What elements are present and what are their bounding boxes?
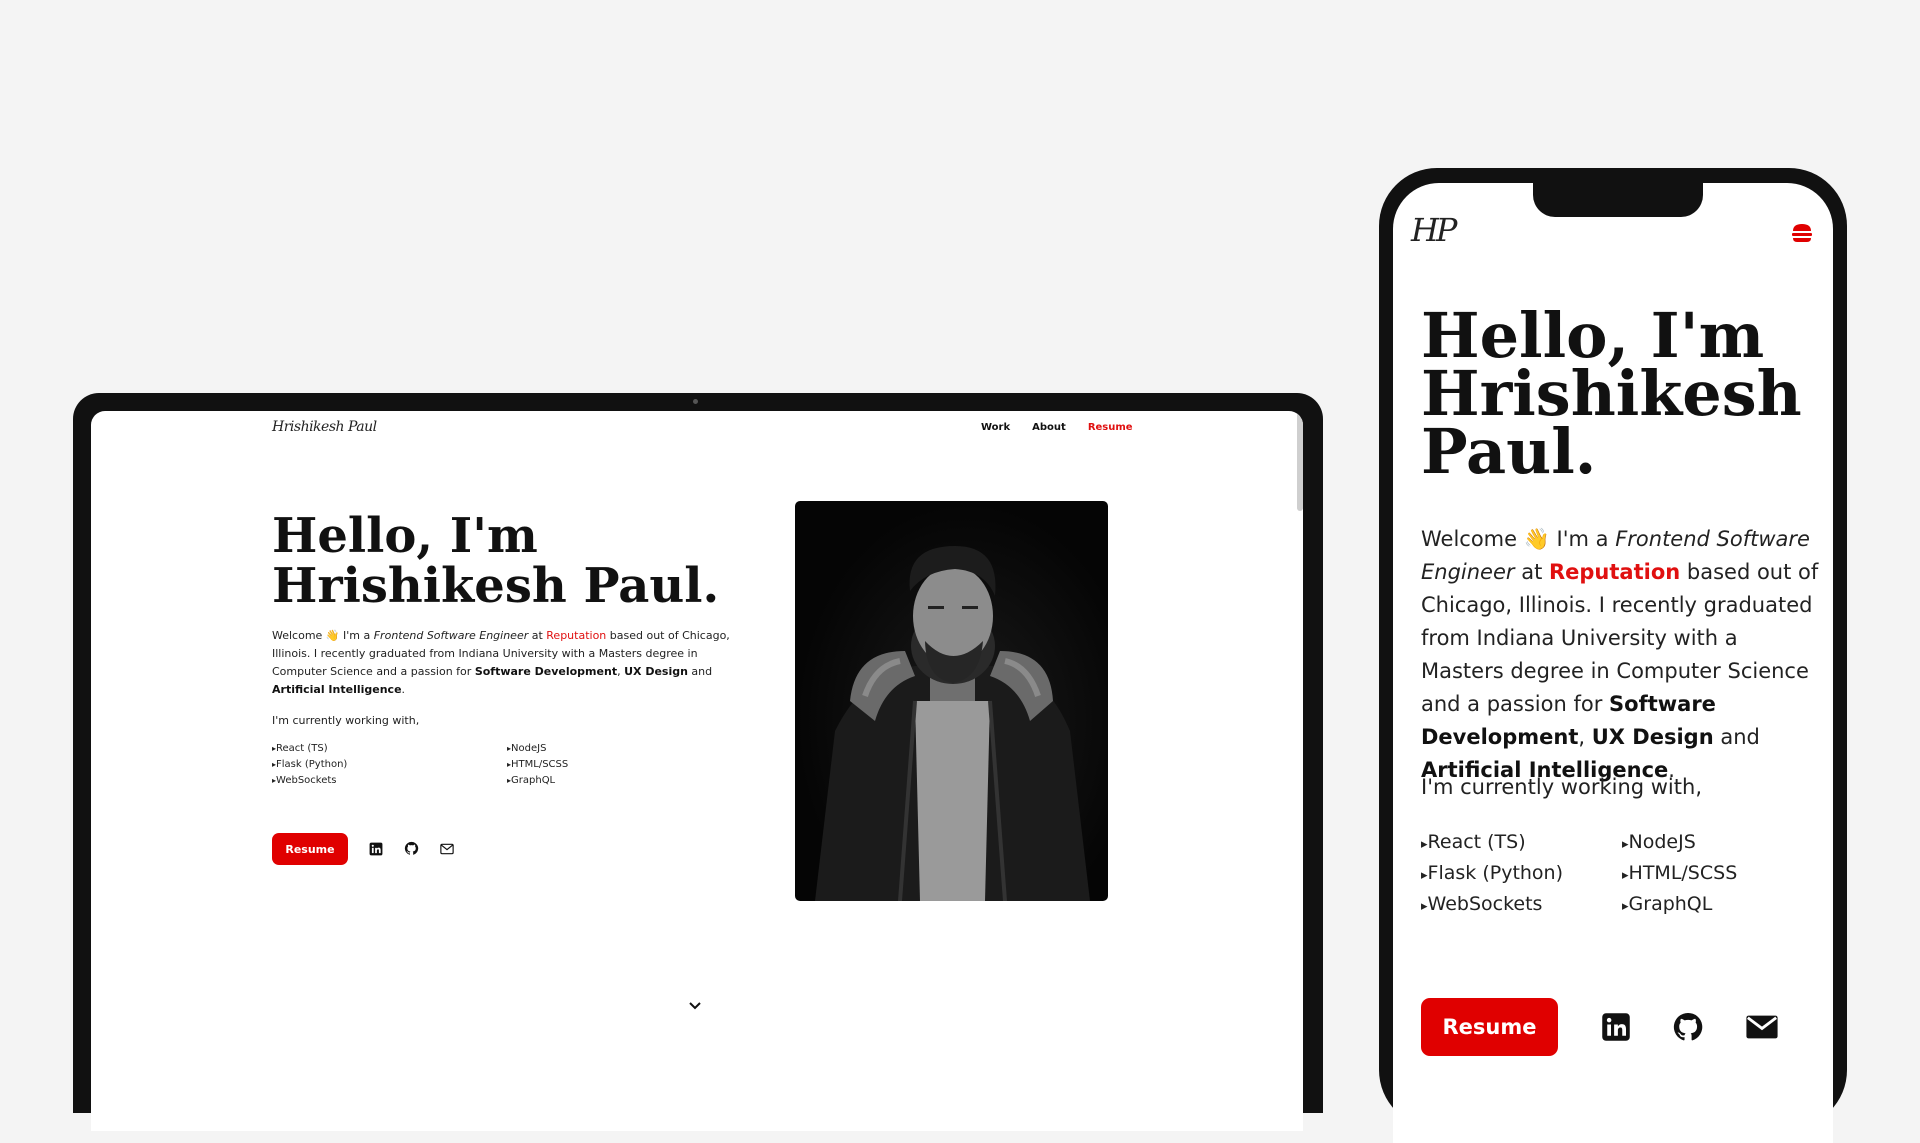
intro-and: and [687,665,713,678]
signature-logo[interactable]: Hrishikesh Paul [272,419,377,435]
intro-welcome: Welcome 👋 I'm a [1421,527,1616,551]
hero-title: Hello, I'm Hrishikesh Paul. [272,511,719,611]
hamburger-menu-icon[interactable] [1791,223,1813,243]
list-item: NodeJS [507,741,568,757]
nav-about-link[interactable]: About [1032,422,1066,433]
laptop-screen: Hrishikesh Paul Work About Resume Hello,… [91,411,1303,1131]
github-icon[interactable] [1672,1011,1704,1043]
social-links [369,841,454,856]
tech-list-right: NodeJS HTML/SCSS GraphQL [1622,828,1738,921]
top-nav: Work About Resume [981,422,1133,433]
scrollbar[interactable] [1297,411,1303,511]
company-link[interactable]: Reputation [1549,560,1680,584]
working-with-label: I'm currently working with, [1421,775,1702,799]
resume-button[interactable]: Resume [272,833,348,865]
mail-icon[interactable] [440,841,454,856]
list-item: Flask (Python) [272,757,347,773]
list-item: HTML/SCSS [1622,859,1738,890]
intro-paragraph: Welcome 👋 I'm a Frontend Software Engine… [272,627,752,699]
intro-role: Frontend Software Engineer [373,629,529,642]
skill-ux-design: UX Design [624,665,688,678]
list-item: React (TS) [272,741,347,757]
phone-mockup: HP Hello, I'm Hrishikesh Paul. Welcome 👋… [1379,168,1847,1143]
hero-title-line1: Hello, I'm [272,508,538,564]
intro-at: at [528,629,547,642]
skill-ux-design: UX Design [1591,725,1714,749]
social-links [1601,1011,1779,1043]
mail-icon[interactable] [1745,1011,1779,1043]
intro-at: at [1514,560,1549,584]
skill-artificial-intelligence: Artificial Intelligence [272,683,402,696]
list-item: WebSockets [272,773,347,789]
phone-notch [1533,183,1703,217]
profile-photo [795,501,1108,901]
list-item: NodeJS [1622,828,1737,859]
github-icon[interactable] [404,841,419,856]
company-link[interactable]: Reputation [546,629,606,642]
signature-logo[interactable]: HP [1411,211,1457,249]
list-item: HTML/SCSS [507,757,568,773]
resume-button[interactable]: Resume [1421,998,1558,1056]
tech-list-left: React (TS) Flask (Python) WebSockets [1421,828,1563,921]
hero-title: Hello, I'm Hrishikesh Paul. [1421,305,1802,483]
phone-screen: HP Hello, I'm Hrishikesh Paul. Welcome 👋… [1393,183,1833,1143]
linkedin-icon[interactable] [1601,1011,1631,1043]
intro-period: . [401,683,406,696]
laptop-mockup: Hrishikesh Paul Work About Resume Hello,… [73,393,1323,1131]
list-item: Flask (Python) [1421,859,1563,890]
chevron-down-icon[interactable] [688,1001,702,1011]
hero-title-line2: Hrishikesh Paul. [272,558,720,614]
list-item: GraphQL [1622,890,1737,921]
intro-and: and [1713,725,1760,749]
list-item: React (TS) [1421,828,1563,859]
nav-work-link[interactable]: Work [981,422,1010,433]
tech-list-right: NodeJS HTML/SCSS GraphQL [507,741,568,789]
list-item: GraphQL [507,773,568,789]
nav-resume-link[interactable]: Resume [1088,422,1133,433]
hero-title-line3: Paul. [1421,415,1597,488]
intro-paragraph: Welcome 👋 I'm a Frontend Software Engine… [1421,523,1826,787]
skill-software-development: Software Development [474,665,618,678]
linkedin-icon[interactable] [369,841,383,856]
working-with-label: I'm currently working with, [272,714,420,727]
intro-comma: , [1578,725,1592,749]
intro-welcome: Welcome 👋 I'm a [272,629,374,642]
laptop-camera [693,399,698,404]
list-item: WebSockets [1421,890,1563,921]
tech-list-left: React (TS) Flask (Python) WebSockets [272,741,347,789]
